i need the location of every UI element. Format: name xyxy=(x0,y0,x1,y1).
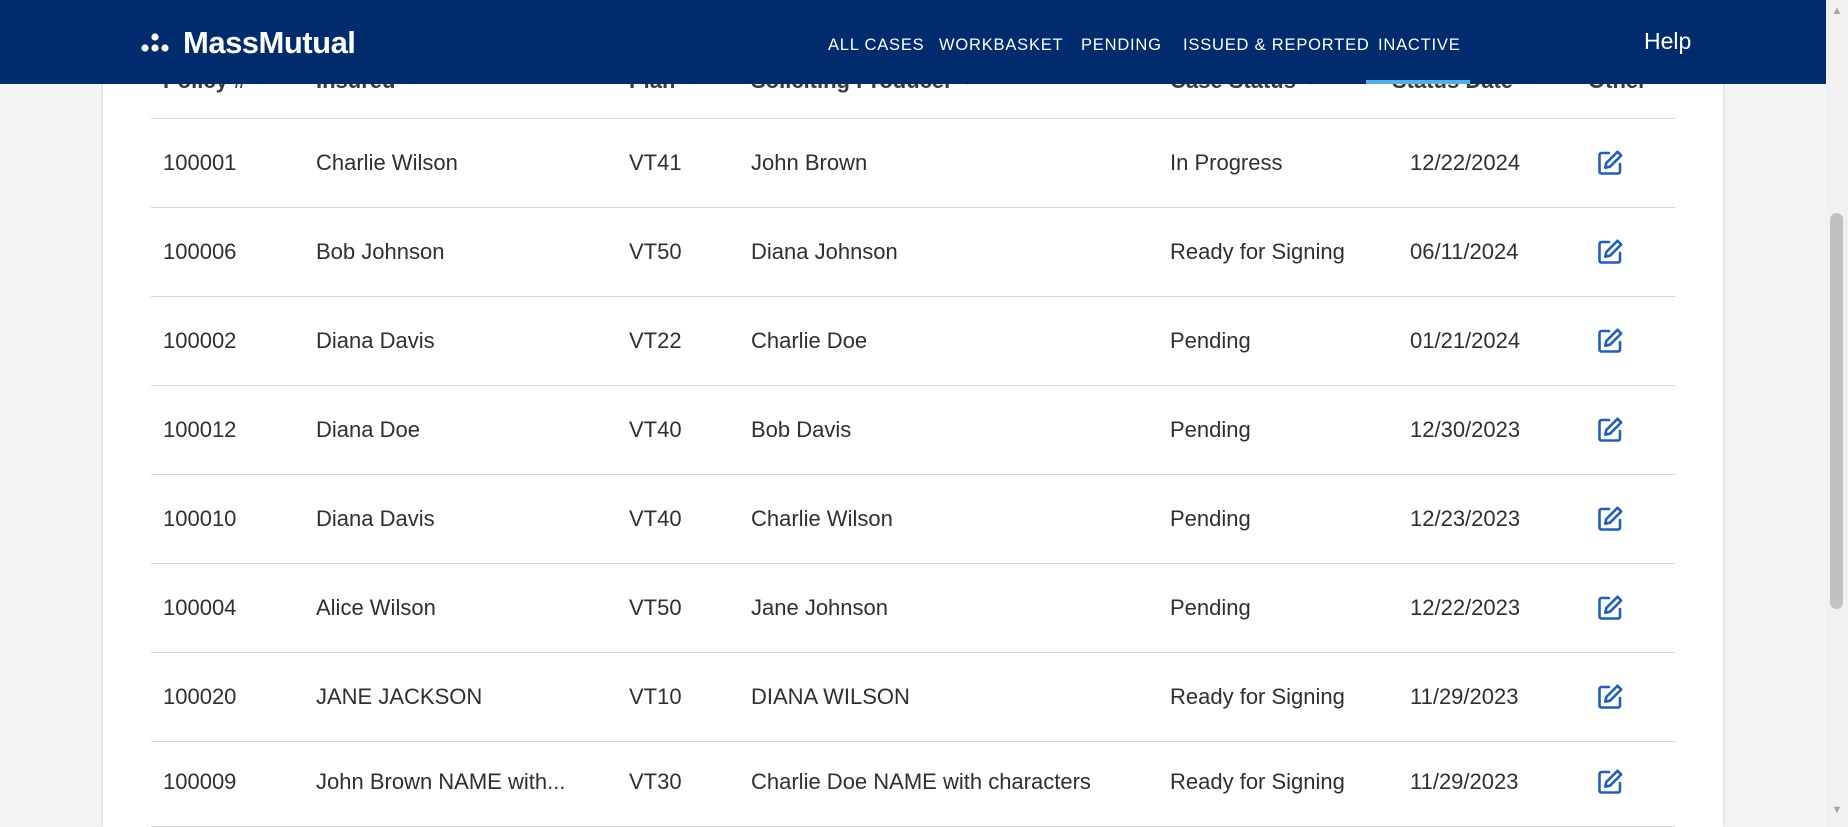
scroll-down-icon[interactable]: ▼ xyxy=(1826,801,1848,819)
plan-code: VT40 xyxy=(629,506,682,531)
edit-icon xyxy=(1598,417,1623,442)
tab-issued-reported[interactable]: ISSUED & REPORTED xyxy=(1183,36,1370,55)
producer-name: Charlie Wilson xyxy=(751,506,893,531)
edit-icon xyxy=(1598,684,1623,709)
policy-number: 100020 xyxy=(163,684,237,709)
status-date: 11/29/2023 xyxy=(1410,684,1519,709)
producer-name: DIANA WILSON xyxy=(751,684,910,709)
edit-button[interactable] xyxy=(1596,594,1624,622)
insured-name: John Brown NAME with... xyxy=(316,769,566,794)
plan-code: VT50 xyxy=(629,239,682,264)
policy-number: 100002 xyxy=(163,328,237,353)
edit-icon xyxy=(1598,328,1623,353)
status-date: 06/11/2024 xyxy=(1410,239,1519,264)
edit-button[interactable] xyxy=(1596,505,1624,533)
policy-number: 100006 xyxy=(163,239,237,264)
status-date: 12/22/2024 xyxy=(1410,150,1521,175)
table-row: 100010 Diana Davis VT40 Charlie Wilson P… xyxy=(151,475,1675,564)
table-row: 100020 JANE JACKSON VT10 DIANA WILSON Re… xyxy=(151,653,1675,742)
active-tab-indicator xyxy=(1366,80,1470,84)
case-status: Ready for Signing xyxy=(1170,769,1345,794)
table-row: 100004 Alice Wilson VT50 Jane Johnson Pe… xyxy=(151,564,1675,653)
tab-all-cases[interactable]: ALL CASES xyxy=(828,36,924,55)
tab-inactive[interactable]: INACTIVE xyxy=(1378,36,1461,55)
tab-workbasket[interactable]: WORKBASKET xyxy=(939,36,1063,55)
edit-button[interactable] xyxy=(1596,768,1624,796)
policy-number: 100009 xyxy=(163,769,237,794)
scrollbar-thumb[interactable] xyxy=(1830,213,1843,609)
status-date: 11/29/2023 xyxy=(1410,769,1519,794)
case-status: Pending xyxy=(1170,506,1251,531)
producer-name: John Brown xyxy=(751,150,868,175)
edit-button[interactable] xyxy=(1596,683,1624,711)
edit-button[interactable] xyxy=(1596,149,1624,177)
top-nav: MassMutual ALL CASES WORKBASKET PENDING … xyxy=(0,0,1826,84)
edit-icon xyxy=(1598,595,1623,620)
case-status: Pending xyxy=(1170,328,1251,353)
edit-icon xyxy=(1598,150,1623,175)
case-status: Pending xyxy=(1170,417,1251,442)
case-status: Ready for Signing xyxy=(1170,239,1345,264)
table-row: 100002 Diana Davis VT22 Charlie Doe Pend… xyxy=(151,297,1675,386)
status-date: 01/21/2024 xyxy=(1410,328,1521,353)
status-date: 12/23/2023 xyxy=(1410,506,1521,531)
help-link[interactable]: Help xyxy=(1644,28,1691,55)
scroll-up-icon[interactable]: ▲ xyxy=(1826,2,1848,20)
table-row: 100006 Bob Johnson VT50 Diana Johnson Re… xyxy=(151,208,1675,297)
plan-code: VT50 xyxy=(629,595,682,620)
plan-code: VT41 xyxy=(629,150,682,175)
insured-name: Diana Davis xyxy=(316,506,435,531)
status-date: 12/30/2023 xyxy=(1410,417,1521,442)
table-row: 100009 John Brown NAME with... VT30 Char… xyxy=(151,738,1675,827)
logo-dots-icon xyxy=(141,33,169,52)
plan-code: VT40 xyxy=(629,417,682,442)
producer-name: Charlie Doe NAME with characters xyxy=(751,769,1091,794)
vertical-scrollbar[interactable]: ▲ ▼ xyxy=(1826,0,1848,827)
insured-name: Charlie Wilson xyxy=(316,150,458,175)
policy-number: 100001 xyxy=(163,150,237,175)
plan-code: VT30 xyxy=(629,769,682,794)
case-status: In Progress xyxy=(1170,150,1283,175)
edit-button[interactable] xyxy=(1596,416,1624,444)
plan-code: VT10 xyxy=(629,684,682,709)
producer-name: Jane Johnson xyxy=(751,595,888,620)
table-row: 100012 Diana Doe VT40 Bob Davis Pending … xyxy=(151,386,1675,475)
plan-code: VT22 xyxy=(629,328,682,353)
edit-icon xyxy=(1598,239,1623,264)
policy-number: 100004 xyxy=(163,595,237,620)
edit-button[interactable] xyxy=(1596,327,1624,355)
insured-name: Alice Wilson xyxy=(316,595,436,620)
case-status: Pending xyxy=(1170,595,1251,620)
case-status: Ready for Signing xyxy=(1170,684,1345,709)
tab-pending[interactable]: PENDING xyxy=(1081,36,1162,55)
edit-icon xyxy=(1598,506,1623,531)
brand-logo[interactable]: MassMutual xyxy=(141,24,356,62)
brand-name: MassMutual xyxy=(183,25,356,60)
insured-name: Diana Davis xyxy=(316,328,435,353)
insured-name: Bob Johnson xyxy=(316,239,445,264)
producer-name: Diana Johnson xyxy=(751,239,898,264)
producer-name: Bob Davis xyxy=(751,417,852,442)
policy-number: 100010 xyxy=(163,506,237,531)
table-row: 100001 Charlie Wilson VT41 John Brown In… xyxy=(151,119,1675,208)
edit-icon xyxy=(1598,769,1623,794)
insured-name: Diana Doe xyxy=(316,417,420,442)
edit-button[interactable] xyxy=(1596,238,1624,266)
insured-name: JANE JACKSON xyxy=(316,684,483,709)
status-date: 12/22/2023 xyxy=(1410,595,1521,620)
policy-number: 100012 xyxy=(163,417,237,442)
producer-name: Charlie Doe xyxy=(751,328,868,353)
